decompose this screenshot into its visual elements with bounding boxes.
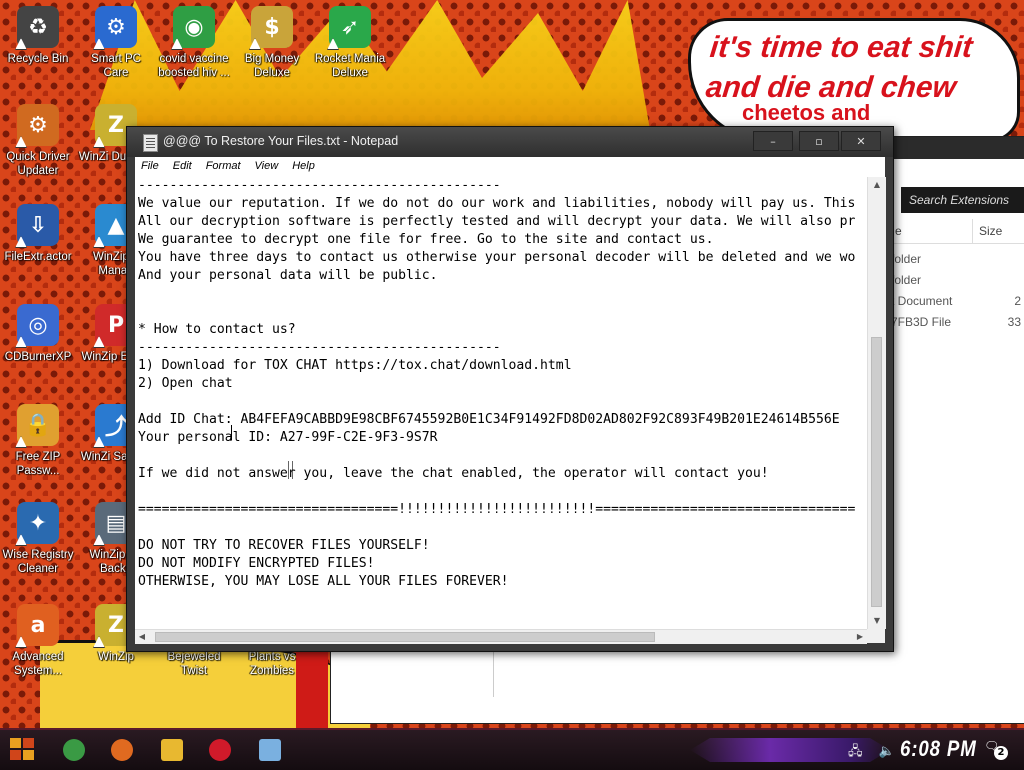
text-editor[interactable]: ----------------------------------------… xyxy=(135,177,867,629)
desktop-icon-label: Free ZIP Passw... xyxy=(15,451,61,477)
scroll-right-icon[interactable]: ▶ xyxy=(853,630,867,644)
desktop-icon-label: Big Money Deluxe xyxy=(244,53,300,79)
desktop-icon[interactable]: 🔒 Free ZIP Passw... xyxy=(0,404,76,478)
desktop-icon-label: Rocket Mania Deluxe xyxy=(314,53,386,79)
windows-logo-icon xyxy=(10,750,21,760)
desktop-icon[interactable]: ✦ Wise Registry Cleaner xyxy=(0,502,76,576)
desktop-icon[interactable]: ➶ Rocket Mania Deluxe xyxy=(312,6,388,80)
scroll-down-icon[interactable]: ▼ xyxy=(868,613,886,629)
ransom-note-text: ----------------------------------------… xyxy=(138,178,856,629)
notepad-icon xyxy=(259,739,281,761)
notification-badge: 2 xyxy=(994,746,1008,760)
cd-icon: ◎ xyxy=(17,304,59,346)
file-extractor-icon: ⇩ xyxy=(17,204,59,246)
explorer-column-header: e Size xyxy=(887,219,1024,244)
chrome-icon xyxy=(63,739,85,761)
notepad-icon xyxy=(143,134,158,152)
firefox-icon xyxy=(111,739,133,761)
zip-lock-icon: 🔒 xyxy=(17,404,59,446)
gear-icon: ⚙ xyxy=(17,104,59,146)
windows-logo-icon xyxy=(23,750,34,760)
speech-line-1: it's time to eat shit xyxy=(708,31,975,64)
scroll-left-icon[interactable]: ◀ xyxy=(135,630,149,644)
speech-bubble-text: it's time to eat shit and die and chew xyxy=(704,28,1012,108)
desktop-icon-label: Plants vs Zombies xyxy=(248,651,296,677)
file-type: 7FB3D File xyxy=(891,315,952,329)
clock[interactable]: 6:08 PM xyxy=(900,736,977,762)
scroll-up-icon[interactable]: ▲ xyxy=(868,177,886,193)
taskbar-app-opera[interactable] xyxy=(200,734,240,766)
opera-icon xyxy=(209,739,231,761)
desktop-icon[interactable]: a Advanced System... xyxy=(0,604,76,678)
menu-help[interactable]: Help xyxy=(286,157,323,172)
file-type: folder xyxy=(891,252,922,266)
menu-format[interactable]: Format xyxy=(200,157,249,172)
menu-view[interactable]: View xyxy=(249,157,287,172)
notepad-titlebar[interactable]: @@@ To Restore Your Files.txt - Notepad … xyxy=(127,127,893,157)
column-size[interactable]: Size xyxy=(979,224,1002,238)
vertical-scrollbar[interactable]: ▲ ▼ xyxy=(867,177,886,629)
desktop-icon-label: covid vaccine boosted hiv ... xyxy=(158,53,230,79)
list-item[interactable]: folder xyxy=(887,249,1024,269)
menu-file[interactable]: File xyxy=(135,157,167,172)
file-type: folder xyxy=(891,273,922,287)
desktop-icon-label: Advanced System... xyxy=(12,651,64,677)
desktop-icon-label: Wise Registry Cleaner xyxy=(2,549,74,575)
desktop-icon-label: FileExtr.actor xyxy=(4,251,72,263)
menu-bar: File Edit Format View Help xyxy=(135,157,885,177)
desktop-icon-label: CDBurnerXP xyxy=(4,351,72,363)
ibeam-cursor-icon xyxy=(288,461,293,479)
asc-icon: a xyxy=(17,604,59,646)
desktop-icon-label: WinZip xyxy=(98,651,134,663)
desktop-icon[interactable]: ◉ covid vaccine boosted hiv ... xyxy=(156,6,232,80)
windows-logo-icon xyxy=(23,738,34,748)
desktop-icon[interactable]: ♻ Recycle Bin xyxy=(0,6,76,66)
start-button[interactable] xyxy=(10,738,36,762)
column-name[interactable]: e xyxy=(895,224,902,238)
desktop-icon-label: Recycle Bin xyxy=(7,53,69,65)
text-caret xyxy=(231,425,232,440)
file-size: 33 xyxy=(1007,315,1021,329)
horizontal-scroll-thumb[interactable] xyxy=(155,632,655,642)
desktop-icon-label: Smart PC Care xyxy=(91,53,141,79)
recycle-bin-icon: ♻ xyxy=(17,6,59,48)
search-extensions-input[interactable]: Search Extensions xyxy=(901,187,1024,213)
taskbar-app-firefox[interactable] xyxy=(102,734,142,766)
minimize-button[interactable]: – xyxy=(753,131,793,151)
horizontal-scrollbar[interactable]: ◀ ▶ xyxy=(135,629,867,644)
close-button[interactable]: ✕ xyxy=(841,131,881,151)
taskbar-app-file-explorer[interactable] xyxy=(152,734,192,766)
taskbar-app-notepad[interactable] xyxy=(250,734,290,766)
system-tray-icons[interactable]: 🖧 🔈 xyxy=(848,742,901,764)
desktop-icon[interactable]: ⚙ Smart PC Care xyxy=(78,6,154,80)
vertical-scroll-thumb[interactable] xyxy=(871,337,882,607)
rocket-icon: ➶ xyxy=(329,6,371,48)
taskbar: 🖧 🔈 6:08 PM 🗨 2 xyxy=(0,728,1024,770)
desktop-icon[interactable]: $ Big Money Deluxe xyxy=(234,6,310,80)
desktop-icon-label: Quick Driver Updater xyxy=(6,151,70,177)
speech-line-3: cheetos and xyxy=(742,100,871,125)
file-size: 2 xyxy=(1014,294,1021,308)
list-item[interactable]: folder xyxy=(887,270,1024,290)
window-title: @@@ To Restore Your Files.txt - Notepad xyxy=(163,134,399,148)
notepad-window[interactable]: @@@ To Restore Your Files.txt - Notepad … xyxy=(126,126,894,652)
money-bag-icon: $ xyxy=(251,6,293,48)
desktop-icon[interactable]: ⚙ Quick Driver Updater xyxy=(0,104,76,178)
desktop-icon-label: Bejeweled Twist xyxy=(167,651,221,677)
size-grip[interactable] xyxy=(867,629,885,643)
list-item[interactable]: 7FB3D File 33 xyxy=(887,312,1024,332)
maximize-button[interactable]: ▫ xyxy=(799,131,839,151)
chrome-icon: ◉ xyxy=(173,6,215,48)
desktop-icon[interactable]: ◎ CDBurnerXP xyxy=(0,304,76,364)
file-type: t Document xyxy=(891,294,953,308)
pc-care-icon: ⚙ xyxy=(95,6,137,48)
registry-icon: ✦ xyxy=(17,502,59,544)
menu-edit[interactable]: Edit xyxy=(167,157,200,172)
column-separator[interactable] xyxy=(972,219,973,243)
folder-icon xyxy=(161,739,183,761)
windows-logo-icon xyxy=(10,738,21,748)
desktop-icon[interactable]: ⇩ FileExtr.actor xyxy=(0,204,76,264)
list-item[interactable]: t Document 2 xyxy=(887,291,1024,311)
taskbar-app-chrome[interactable] xyxy=(54,734,94,766)
